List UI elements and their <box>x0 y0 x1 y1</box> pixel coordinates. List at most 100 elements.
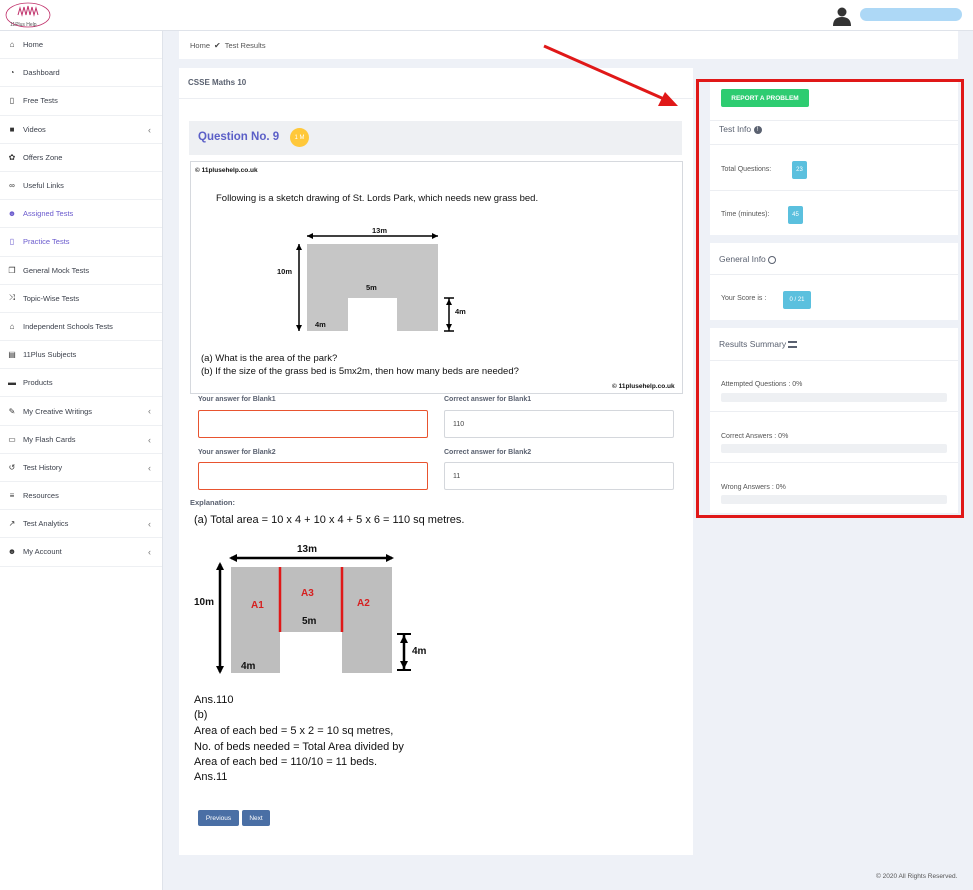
top-bar: 11Plus Help <box>0 0 973 31</box>
question-part-a: (a) What is the area of the park? <box>201 353 338 364</box>
sidebar-item-practice-tests[interactable]: ▯ Practice Tests <box>0 228 162 257</box>
explanation-line: (b) <box>194 709 208 721</box>
user-icon: ☻ <box>7 547 17 557</box>
video-icon: ■ <box>9 124 15 134</box>
chevron-left-icon[interactable]: ‹ <box>148 547 151 557</box>
highlight-box <box>696 79 964 518</box>
sidebar-item-products[interactable]: ▬ Products <box>0 369 162 398</box>
sidebar-item-label: Useful Links <box>23 181 64 191</box>
sidebar-item-11plus-subjects[interactable]: ▤ 11Plus Subjects <box>0 341 162 370</box>
card-icon: ▭ <box>8 434 16 444</box>
sidebar-item-label: Products <box>23 378 53 388</box>
blank1-answer-field[interactable] <box>198 410 428 438</box>
test-title: CSSE Maths 10 <box>188 78 247 87</box>
home-icon: ⌂ <box>9 40 15 50</box>
sidebar-item-independent-schools-tests[interactable]: ⌂ Independent Schools Tests <box>0 313 162 342</box>
gift-icon: ✿ <box>8 152 16 162</box>
book-icon: ▤ <box>8 350 16 360</box>
dim-notch: 4m <box>455 307 466 316</box>
expl-dim-notch: 4m <box>412 646 427 657</box>
question-header: Question No. 9 1 M <box>189 121 682 155</box>
sidebar-item-label: Home <box>23 40 44 50</box>
explanation-label: Explanation: <box>190 498 236 507</box>
sidebar-item-label: Practice Tests <box>23 237 70 247</box>
area-a3: A3 <box>301 588 314 599</box>
document-icon: ▯ <box>9 96 15 106</box>
sidebar-item-my-creative-writings[interactable]: ✎ My Creative Writings ‹ <box>0 397 162 426</box>
sidebar-item-useful-links[interactable]: ∞ Useful Links <box>0 172 162 201</box>
sidebar-item-topic-wise-tests[interactable]: ⤨ Topic-Wise Tests <box>0 285 162 313</box>
sidebar-item-home[interactable]: ⌂ Home <box>0 31 162 60</box>
sidebar-item-label: Offers Zone <box>23 152 63 162</box>
breadcrumb-home[interactable]: Home <box>190 41 210 50</box>
sidebar-item-test-history[interactable]: ↺ Test History ‹ <box>0 454 162 482</box>
chevron-left-icon[interactable]: ‹ <box>148 406 151 416</box>
sidebar-item-label: 11Plus Subjects <box>23 350 77 360</box>
svg-text:11Plus Help: 11Plus Help <box>10 22 37 28</box>
sidebar-item-label: Test History <box>23 462 63 472</box>
chevron-left-icon[interactable]: ‹ <box>148 125 151 135</box>
blank2-label: Your answer for Blank2 <box>198 449 276 456</box>
breadcrumb-current: Test Results <box>224 40 266 50</box>
sidebar-item-label: My Account <box>23 547 62 557</box>
breadcrumb: Home ✔ Test Results <box>179 31 958 59</box>
explanation-line: No. of beds needed = Total Area divided … <box>194 741 404 753</box>
sidebar-item-test-analytics[interactable]: ↗ Test Analytics ‹ <box>0 510 162 539</box>
blank1-correct-answer: 110 <box>444 410 674 438</box>
watermark: © 11plusehelp.co.uk <box>195 167 258 174</box>
question-text: Following is a sketch drawing of St. Lor… <box>216 193 539 204</box>
link-icon: ∞ <box>9 181 15 191</box>
dim-base: 4m <box>315 320 326 329</box>
sidebar-item-label: Videos <box>23 124 46 134</box>
blank2-correct-answer: 11 <box>444 462 674 490</box>
next-button[interactable]: Next <box>242 810 270 826</box>
sidebar-item-offers-zone[interactable]: ✿ Offers Zone <box>0 144 162 172</box>
chevron-left-icon[interactable]: ‹ <box>148 435 151 445</box>
history-icon: ↺ <box>8 462 16 472</box>
explanation-line: Area of each bed = 5 x 2 = 10 sq metres, <box>194 725 394 737</box>
blank1-label: Your answer for Blank1 <box>198 396 276 403</box>
sidebar-item-label: Free Tests <box>23 96 58 106</box>
pencil-icon: ✎ <box>8 406 16 416</box>
sidebar-item-label: Test Analytics <box>23 519 69 529</box>
sidebar-item-label: Dashboard <box>23 68 60 78</box>
marks-badge: 1 M <box>290 128 309 147</box>
sidebar-item-label: Independent Schools Tests <box>23 321 113 331</box>
chevron-left-icon[interactable]: ‹ <box>148 519 151 529</box>
area-a1: A1 <box>251 600 264 611</box>
list-icon: ≡ <box>9 491 15 501</box>
sidebar-item-label: Topic-Wise Tests <box>23 293 80 303</box>
user-name[interactable] <box>860 8 962 21</box>
sidebar-item-resources[interactable]: ≡ Resources <box>0 482 162 511</box>
chevron-left-icon[interactable]: ‹ <box>148 463 151 473</box>
logo[interactable]: 11Plus Help <box>4 2 52 29</box>
explanation-line: Ans.11 <box>194 771 228 783</box>
sidebar-item-assigned-tests[interactable]: ☻ Assigned Tests <box>0 200 162 229</box>
sidebar-item-general-mock-tests[interactable]: ❐ General Mock Tests <box>0 257 162 285</box>
previous-button[interactable]: Previous <box>198 810 239 826</box>
divider <box>179 98 693 99</box>
sidebar-item-free-tests[interactable]: ▯ Free Tests <box>0 87 162 116</box>
expl-dim-inner: 5m <box>302 616 317 627</box>
blank2-answer-field[interactable] <box>198 462 428 490</box>
user-avatar-icon[interactable] <box>832 6 852 26</box>
dim-top: 13m <box>372 226 388 235</box>
park-diagram <box>296 233 454 332</box>
area-a2: A2 <box>357 598 370 609</box>
dim-left: 10m <box>277 267 293 276</box>
sidebar-item-my-account[interactable]: ☻ My Account ‹ <box>0 538 162 567</box>
question-image: © 11plusehelp.co.uk Following is a sketc… <box>190 161 683 394</box>
sidebar-item-label: Assigned Tests <box>23 209 74 219</box>
sidebar-item-label: My Flash Cards <box>23 434 76 444</box>
shuffle-icon: ⤨ <box>8 293 16 303</box>
explanation-line: (a) Total area = 10 x 4 + 10 x 4 + 5 x 6… <box>194 514 465 526</box>
sidebar-item-videos[interactable]: ■ Videos ‹ <box>0 116 162 144</box>
breadcrumb-separator-icon: ✔ <box>214 40 221 50</box>
explanation-line: Area of each bed = 110/10 = 11 beds. <box>194 756 378 768</box>
sidebar: ⌂ Home ◔ Dashboard ▯ Free Tests ■ Videos ‹ ✿ Offer… <box>0 31 163 890</box>
sidebar-item-label: My Creative Writings <box>23 406 93 416</box>
dashboard-icon: ◔ <box>9 68 15 78</box>
sidebar-item-dashboard[interactable]: ◔ Dashboard <box>0 59 162 88</box>
test-result-card: CSSE Maths 10 Question No. 9 1 M © 11plu… <box>179 68 693 855</box>
sidebar-item-my-flash-cards[interactable]: ▭ My Flash Cards ‹ <box>0 426 162 454</box>
